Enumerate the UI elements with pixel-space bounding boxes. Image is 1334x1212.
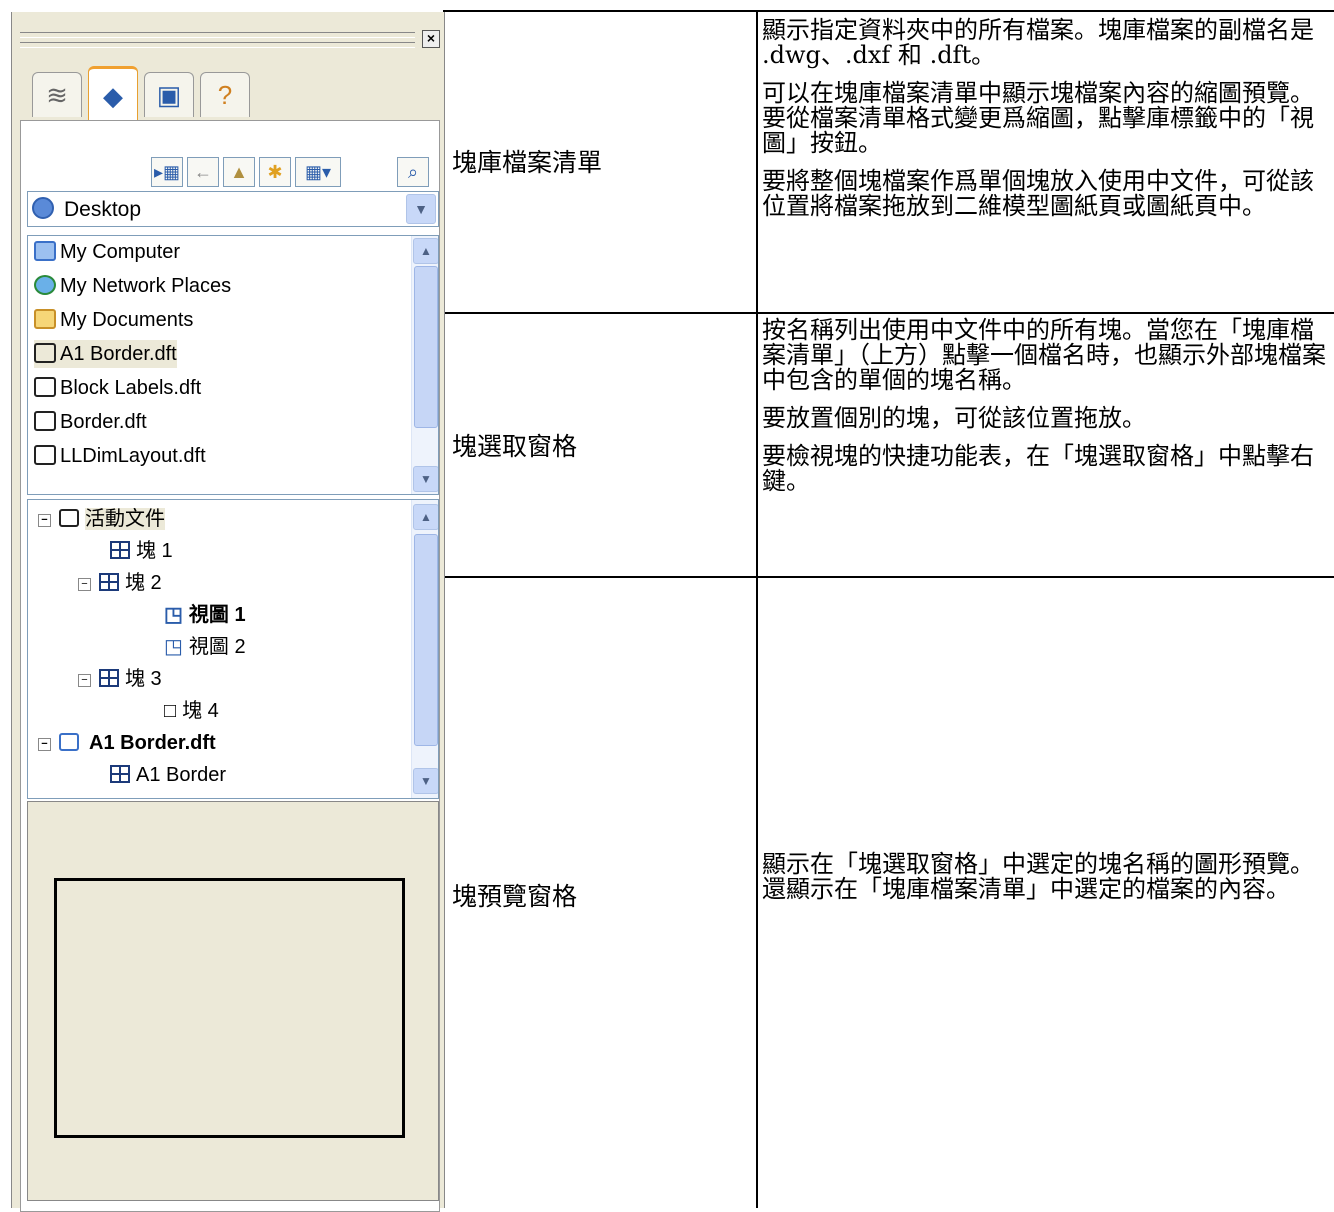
location-dropdown[interactable]: Desktop ▼ <box>27 191 439 227</box>
scroll-up-icon[interactable]: ▲ <box>413 504 438 530</box>
panel-grip[interactable] <box>20 42 415 48</box>
tree-node[interactable]: A1 Border <box>110 760 226 790</box>
paragraph: 要將整個塊檔案作爲單個塊放入使用中文件，可從該位置將檔案拖放到二維模型圖紙頁或圖… <box>762 167 1314 220</box>
close-icon[interactable]: × <box>422 30 440 48</box>
collapse-icon[interactable]: − <box>38 514 51 527</box>
list-item[interactable]: My Documents <box>34 306 193 334</box>
preview-block-shape <box>54 878 405 1138</box>
search-icon[interactable]: ⌕ <box>397 157 429 187</box>
tab-blocks[interactable]: ▣ <box>144 72 194 117</box>
block-icon <box>110 765 130 783</box>
library-icon: ◆ <box>103 80 123 111</box>
view-icon: ◳ <box>164 604 183 626</box>
tree-node[interactable]: − 活動文件 <box>38 504 165 534</box>
documents-folder-icon <box>34 309 56 329</box>
list-item[interactable]: A1 Border.dft <box>34 340 177 368</box>
blocks-icon: ▣ <box>156 79 182 110</box>
tab-library[interactable]: ◆ <box>88 66 138 123</box>
draft-file-icon <box>34 411 56 431</box>
new-folder-button[interactable]: ✱ <box>259 157 291 187</box>
view-toggle-button[interactable]: ▸▦ <box>151 157 183 187</box>
tree-node[interactable]: ◳ 視圖 1 <box>164 600 246 630</box>
row-description-file-list: 顯示指定資料夾中的所有檔案。塊庫檔案的副檔名是 .dwg、.dxf 和 .dft… <box>762 18 1332 232</box>
list-item[interactable]: My Network Places <box>34 272 231 300</box>
draft-file-icon <box>59 733 79 751</box>
paragraph: 顯示指定資料夾中的所有檔案。塊庫檔案的副檔名是 .dwg、.dxf 和 .dft… <box>762 16 1314 69</box>
tab-layers[interactable]: ≋ <box>32 72 82 117</box>
draft-file-icon <box>59 509 79 527</box>
collapse-icon[interactable]: − <box>78 674 91 687</box>
collapse-icon[interactable]: − <box>38 738 51 751</box>
tree-scrollbar[interactable]: ▲ ▼ <box>411 500 438 798</box>
file-list-scrollbar[interactable]: ▲ ▼ <box>411 236 438 494</box>
library-tab-body: ▸▦ ← ▲ ✱ ▦▾ ⌕ Desktop ▼ My Computer My N… <box>20 120 440 1212</box>
scroll-down-icon[interactable]: ▼ <box>413 768 438 794</box>
panel-grip[interactable] <box>20 32 415 38</box>
row-description-preview-pane: 顯示在「塊選取窗格」中選定的塊名稱的圖形預覽。還顯示在「塊庫檔案清單」中選定的檔… <box>762 852 1332 915</box>
row-label-preview-pane: 塊預覽窗格 <box>452 882 578 911</box>
computer-icon <box>34 241 56 261</box>
network-icon <box>34 275 56 295</box>
library-panel: × ≋ ◆ ▣ ? ▸▦ ← ▲ ✱ ▦▾ ⌕ Desktop ▼ My Com… <box>11 12 445 1212</box>
block-selection-tree: − 活動文件 塊 1 − 塊 2 ◳ 視圖 1 ◳ 視圖 2 − 塊 3 □ 塊 4 − A1… <box>27 499 439 799</box>
tree-node[interactable]: − A1 Border.dft <box>38 728 216 758</box>
scroll-thumb[interactable] <box>414 266 438 428</box>
views-dropdown-button[interactable]: ▦▾ <box>295 157 341 187</box>
tree-node[interactable]: □ 塊 4 <box>164 696 219 726</box>
library-toolbar: ▸▦ ← ▲ ✱ ▦▾ ⌕ <box>21 121 439 187</box>
list-item[interactable]: Border.dft <box>34 408 147 436</box>
tab-help[interactable]: ? <box>200 72 250 117</box>
row-divider-2 <box>443 576 1334 578</box>
empty-block-icon: □ <box>164 700 177 722</box>
view-icon: ◳ <box>164 636 183 658</box>
desktop-icon <box>32 197 54 219</box>
list-item[interactable]: LLDimLayout.dft <box>34 442 206 470</box>
help-icon: ? <box>217 79 233 110</box>
paragraph: 按名稱列出使用中文件中的所有塊。當您在「塊庫檔案清單」（上方）點擊一個檔名時，也… <box>762 316 1326 394</box>
list-item[interactable]: My Computer <box>34 238 180 266</box>
location-value: Desktop <box>64 198 142 221</box>
paragraph: 要檢視塊的快捷功能表，在「塊選取窗格」中點擊右鍵。 <box>762 442 1314 495</box>
table-column-divider <box>756 10 758 1208</box>
block-preview-pane <box>27 801 439 1201</box>
block-icon <box>99 573 119 591</box>
row-label-file-list: 塊庫檔案清單 <box>452 148 603 177</box>
paragraph: 可以在塊庫檔案清單中顯示塊檔案內容的縮圖預覽。要從檔案清單格式變更爲縮圖，點擊庫… <box>762 79 1314 157</box>
row-label-block-pane: 塊選取窗格 <box>452 432 578 461</box>
paragraph: 顯示在「塊選取窗格」中選定的塊名稱的圖形預覽。還顯示在「塊庫檔案清單」中選定的檔… <box>762 850 1314 903</box>
tree-node[interactable]: 塊 1 <box>110 536 173 566</box>
layers-icon: ≋ <box>46 79 68 110</box>
collapse-icon[interactable]: − <box>78 578 91 591</box>
tree-node[interactable]: − 塊 2 <box>78 568 162 598</box>
scroll-up-icon[interactable]: ▲ <box>413 238 438 264</box>
row-divider-1 <box>443 312 1334 314</box>
block-icon <box>110 541 130 559</box>
panel-tabs: ≋ ◆ ▣ ? <box>22 62 442 123</box>
scroll-thumb[interactable] <box>414 534 438 746</box>
list-item[interactable]: Block Labels.dft <box>34 374 201 402</box>
chevron-down-icon[interactable]: ▼ <box>406 194 436 224</box>
paragraph: 要放置個別的塊，可從該位置拖放。 <box>762 404 1146 432</box>
table-top-border <box>443 10 1334 12</box>
draft-file-icon <box>34 343 56 363</box>
draft-file-icon <box>34 377 56 397</box>
scroll-down-icon[interactable]: ▼ <box>413 466 438 492</box>
tree-node[interactable]: − 塊 3 <box>78 664 162 694</box>
library-file-list: My Computer My Network Places My Documen… <box>27 235 439 495</box>
tree-node[interactable]: ◳ 視圖 2 <box>164 632 246 662</box>
up-folder-button[interactable]: ▲ <box>223 157 255 187</box>
draft-file-icon <box>34 445 56 465</box>
block-icon <box>99 669 119 687</box>
row-description-block-pane: 按名稱列出使用中文件中的所有塊。當您在「塊庫檔案清單」（上方）點擊一個檔名時，也… <box>762 318 1332 507</box>
back-button[interactable]: ← <box>187 157 219 187</box>
